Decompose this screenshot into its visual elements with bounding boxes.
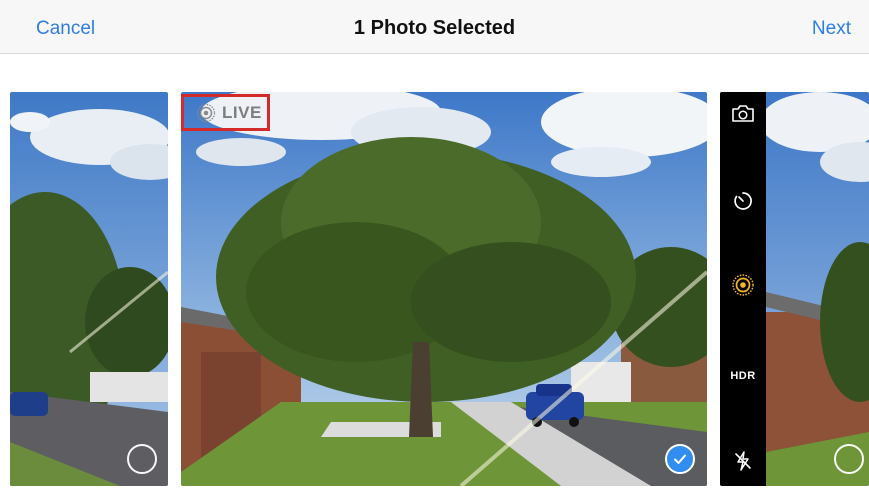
timer-control[interactable] [720, 188, 766, 214]
camera-controls-strip: HDR [720, 92, 766, 486]
checkmark-icon [674, 454, 686, 464]
camera-switch-control[interactable] [720, 100, 766, 126]
hdr-label: HDR [730, 370, 756, 382]
photo-thumbnail-right[interactable]: HDR [720, 92, 869, 486]
hdr-control[interactable]: HDR [720, 366, 766, 386]
selection-circle[interactable] [834, 444, 864, 474]
selected-checkmark[interactable] [665, 444, 695, 474]
live-photo-icon [732, 274, 754, 296]
photo-left-image [10, 92, 168, 486]
live-label: LIVE [222, 102, 262, 122]
flash-control[interactable] [720, 448, 766, 474]
photo-thumbnail-main[interactable]: LIVE [181, 92, 707, 486]
navigation-bar: Cancel 1 Photo Selected Next [0, 0, 869, 54]
next-button[interactable]: Next [812, 18, 851, 40]
flash-off-icon [735, 451, 751, 471]
page-title: 1 Photo Selected [353, 17, 516, 39]
selection-circle[interactable] [127, 444, 157, 474]
live-badge-highlight: LIVE [181, 94, 270, 131]
camera-switch-icon [732, 105, 754, 122]
live-photo-icon [196, 103, 216, 122]
timer-icon [734, 192, 752, 210]
photo-thumbnail-left[interactable] [10, 92, 168, 486]
live-photo-control[interactable] [720, 272, 766, 298]
photo-main-image [181, 92, 707, 486]
